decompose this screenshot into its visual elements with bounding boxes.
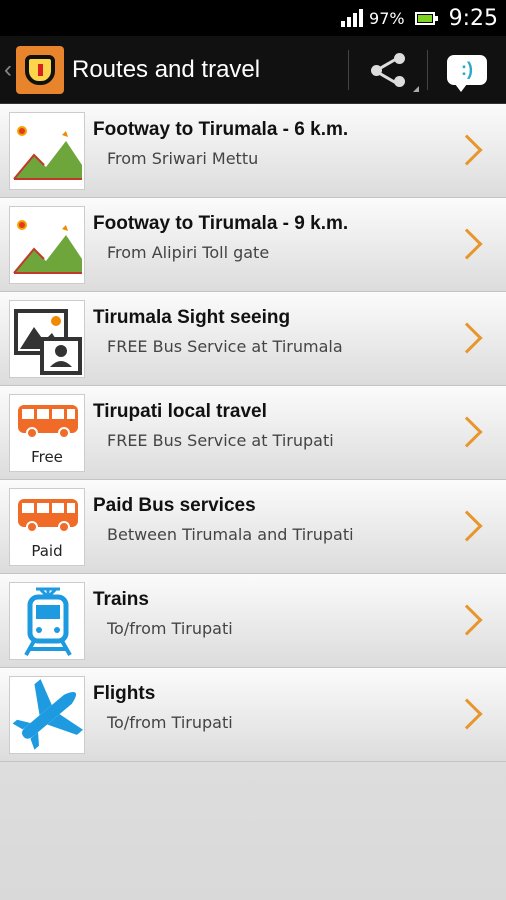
up-navigation-icon[interactable]: ‹	[0, 56, 14, 84]
list-item-flights[interactable]: Flights To/from Tirupati	[0, 668, 506, 762]
item-title: Paid Bus services	[93, 495, 256, 516]
action-bar: ‹ Routes and travel :)	[0, 36, 506, 104]
bus-icon: Free	[9, 393, 85, 472]
item-title: Tirupati local travel	[93, 401, 267, 422]
item-subtitle: From Alipiri Toll gate	[107, 243, 270, 262]
item-subtitle: To/from Tirupati	[107, 619, 233, 638]
list-item-paid-bus[interactable]: Paid Paid Bus services Between Tirumala …	[0, 480, 506, 574]
free-badge: Free	[31, 447, 63, 466]
item-subtitle: From Sriwari Mettu	[107, 149, 259, 168]
item-title: Trains	[93, 589, 149, 610]
item-subtitle: To/from Tirupati	[107, 713, 233, 732]
photo-gallery-icon	[9, 299, 85, 378]
list-item-footway-6km[interactable]: Footway to Tirumala - 6 k.m. From Sriwar…	[0, 104, 506, 198]
battery-percent: 97%	[369, 8, 405, 28]
item-subtitle: FREE Bus Service at Tirupati	[107, 431, 334, 450]
item-subtitle: Between Tirumala and Tirupati	[107, 525, 354, 544]
mountain-icon	[9, 111, 85, 190]
list-item-trains[interactable]: Trains To/from Tirupati	[0, 574, 506, 668]
item-title: Footway to Tirumala - 6 k.m.	[93, 119, 349, 140]
clock: 9:25	[448, 5, 498, 31]
feedback-button[interactable]: :)	[428, 36, 506, 104]
share-button[interactable]	[349, 36, 427, 104]
item-title: Footway to Tirumala - 9 k.m.	[93, 213, 349, 234]
page-title: Routes and travel	[72, 55, 261, 83]
list-item-sight-seeing[interactable]: Tirumala Sight seeing FREE Bus Service a…	[0, 292, 506, 386]
train-icon	[9, 581, 85, 660]
item-subtitle: FREE Bus Service at Tirumala	[107, 337, 343, 356]
share-icon	[371, 52, 405, 87]
item-title: Tirumala Sight seeing	[93, 307, 291, 328]
signal-icon	[341, 9, 364, 27]
paid-badge: Paid	[31, 541, 63, 560]
list-item-footway-9km[interactable]: Footway to Tirumala - 9 k.m. From Alipir…	[0, 198, 506, 292]
app-logo-icon[interactable]	[16, 45, 64, 94]
bus-icon: Paid	[9, 487, 85, 566]
item-title: Flights	[93, 683, 156, 704]
airplane-icon	[9, 675, 85, 754]
status-bar: 97% 9:25	[0, 0, 506, 36]
mountain-icon	[9, 205, 85, 284]
feedback-icon: :)	[447, 54, 487, 92]
routes-list: Footway to Tirumala - 6 k.m. From Sriwar…	[0, 104, 506, 762]
list-item-local-travel[interactable]: Free Tirupati local travel FREE Bus Serv…	[0, 386, 506, 480]
battery-icon	[414, 11, 438, 25]
